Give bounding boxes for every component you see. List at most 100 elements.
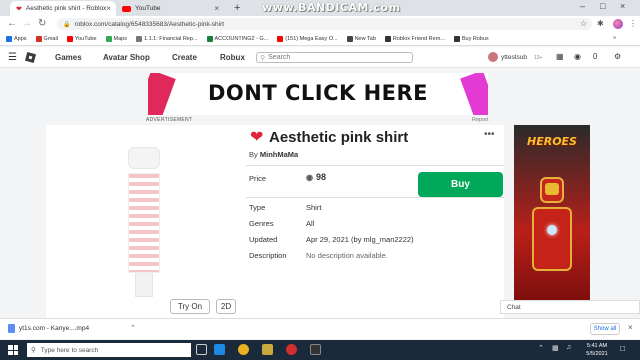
tab-youtube[interactable]: YouTube × [116,1,224,16]
minimize-icon[interactable]: – [580,1,585,11]
close-tab-icon[interactable]: × [106,4,111,13]
report-link[interactable]: Report [472,117,489,123]
avatar-shirt [128,173,160,273]
ad-banner[interactable]: DONT CLICK HERE [148,73,488,115]
tab-title: Aesthetic pink shirt - Roblox [25,5,107,12]
record-icon[interactable] [286,344,297,355]
bookmark-item[interactable]: Gmail [35,35,58,42]
network-icon[interactable]: ▩ [552,344,559,352]
buy-button[interactable]: Buy [418,172,503,197]
bookmark-favicon-icon [105,35,112,42]
hamburger-menu-icon[interactable]: ☰ [8,52,17,63]
item-details-card: Try On 2D ❤ Aesthetic pink shirt ••• By … [46,125,504,318]
updated-value: Apr 29, 2021 (by mlg_man2222) [306,235,414,244]
show-all-button[interactable]: Show all [590,323,620,335]
chrome-icon[interactable] [238,344,249,355]
type-label: Type [249,203,266,212]
star-icon[interactable]: ☆ [580,19,587,28]
bookmark-label: Gmail [43,35,58,42]
chat-bar[interactable]: Chat [500,300,640,314]
browser-tab-strip: ❤ Aesthetic pink shirt - Roblox × YouTub… [0,0,640,16]
settings-gear-icon[interactable]: ⚙ [614,52,621,61]
bookmark-favicon-icon [6,35,12,42]
bookmark-item[interactable]: Buy Robux [453,35,489,42]
bookmark-label: 1.1.1: Financial Rep... [144,35,198,42]
volume-icon[interactable]: ♫ [566,344,571,351]
back-icon[interactable]: ← [7,18,17,29]
bookmark-item[interactable]: YouTube [66,35,97,42]
price-value: ◉ 98 [306,172,326,182]
bookmark-favicon-icon [206,35,213,42]
bookmark-item[interactable]: (151) Mega Easy O... [277,35,338,42]
tab-roblox[interactable]: ❤ Aesthetic pink shirt - Roblox × [10,1,116,16]
avatar-head [128,147,160,169]
more-options-icon[interactable]: ••• [484,129,495,140]
windows-taskbar: ⚲ Type here to search ⌃ ▩ ♫ 5:41 AM 5/5/… [0,340,640,360]
windows-start-icon[interactable] [8,345,18,355]
bookmark-favicon-icon [453,35,460,42]
price-amount: 98 [315,172,326,182]
tray-chevron-icon[interactable]: ⌃ [538,344,544,352]
try-on-button[interactable]: Try On [170,299,210,314]
bookmark-item[interactable]: Roblox Friend Rem... [384,35,445,42]
type-value: Shirt [306,203,322,212]
close-window-icon[interactable]: × [620,1,625,11]
search-box: ⚲ [256,52,413,63]
username[interactable]: yttestsub [501,54,527,61]
extensions-icon[interactable]: ✱ [597,19,604,28]
nav-robux[interactable]: Robux [220,53,245,62]
file-explorer-icon[interactable] [262,344,273,355]
bookmark-item[interactable]: New Tab [346,35,376,42]
creator-link[interactable]: MinhMaMa [260,150,298,159]
notification-icon[interactable]: □ [620,344,625,353]
taskbar-search[interactable]: ⚲ Type here to search [27,343,191,357]
roblox-logo-icon[interactable] [24,51,37,64]
notifications-icon[interactable]: ▦ [556,52,564,61]
nav-create[interactable]: Create [172,53,197,62]
genres-value[interactable]: All [306,219,314,228]
bookmark-item[interactable]: ACCOUNTING2 - G... [206,35,268,42]
robux-icon[interactable]: ◉ [574,52,581,61]
edge-icon[interactable] [214,344,225,355]
recording-watermark: www.BANDICAM.com [262,1,401,14]
heart-favicon-icon: ❤ [16,5,22,13]
robux-icon: ◉ [306,172,313,182]
close-downloads-icon[interactable]: × [628,323,633,332]
view-2d-button[interactable]: 2D [216,299,236,314]
search-icon: ⚲ [31,347,36,354]
updated-label: Updated [249,235,278,244]
bookmark-item[interactable]: Maps [105,35,127,42]
profile-avatar[interactable] [613,19,623,29]
price-label: Price [249,174,267,183]
bookmark-label: YouTube [74,35,97,42]
divider [246,197,504,198]
bookmark-item[interactable]: 1.1.1: Financial Rep... [136,35,198,42]
side-ad[interactable]: HEROES [514,125,590,303]
side-ad-title: HEROES [527,135,577,148]
maximize-icon[interactable]: □ [600,1,605,11]
close-tab-icon[interactable]: × [214,4,219,13]
bookmark-label: (151) Mega Easy O... [285,35,338,42]
app-icon[interactable] [310,344,321,355]
description-value: No description available. [306,251,388,260]
bookmarks-overflow-icon[interactable]: » [613,35,616,41]
new-tab-icon[interactable]: + [234,2,240,14]
download-item[interactable]: yt1s.com - Kanye....mp4 [8,324,89,333]
clock[interactable]: 5:41 AM 5/5/2021 [582,342,612,358]
download-bar: yt1s.com - Kanye....mp4 ⌃ Show all × [0,318,640,339]
forward-icon[interactable]: → [22,18,32,29]
user-avatar[interactable] [488,52,498,62]
file-icon [8,324,15,333]
nav-games[interactable]: Games [55,53,82,62]
nav-avatar-shop[interactable]: Avatar Shop [103,53,150,62]
chevron-up-icon[interactable]: ⌃ [130,324,136,332]
taskbar-search-placeholder: Type here to search [40,346,99,354]
bookmark-item[interactable]: Apps [6,35,27,42]
menu-kebab-icon[interactable]: ⋮ [629,19,637,28]
reload-icon[interactable]: ↻ [38,18,46,29]
search-input[interactable] [268,54,409,61]
task-view-icon[interactable] [196,344,207,355]
url-field[interactable]: 🔒 roblox.com/catalog/6548335683/Aestheti… [57,18,592,30]
age-badge: 13+ [534,55,543,61]
bookmark-label: Roblox Friend Rem... [392,35,445,42]
